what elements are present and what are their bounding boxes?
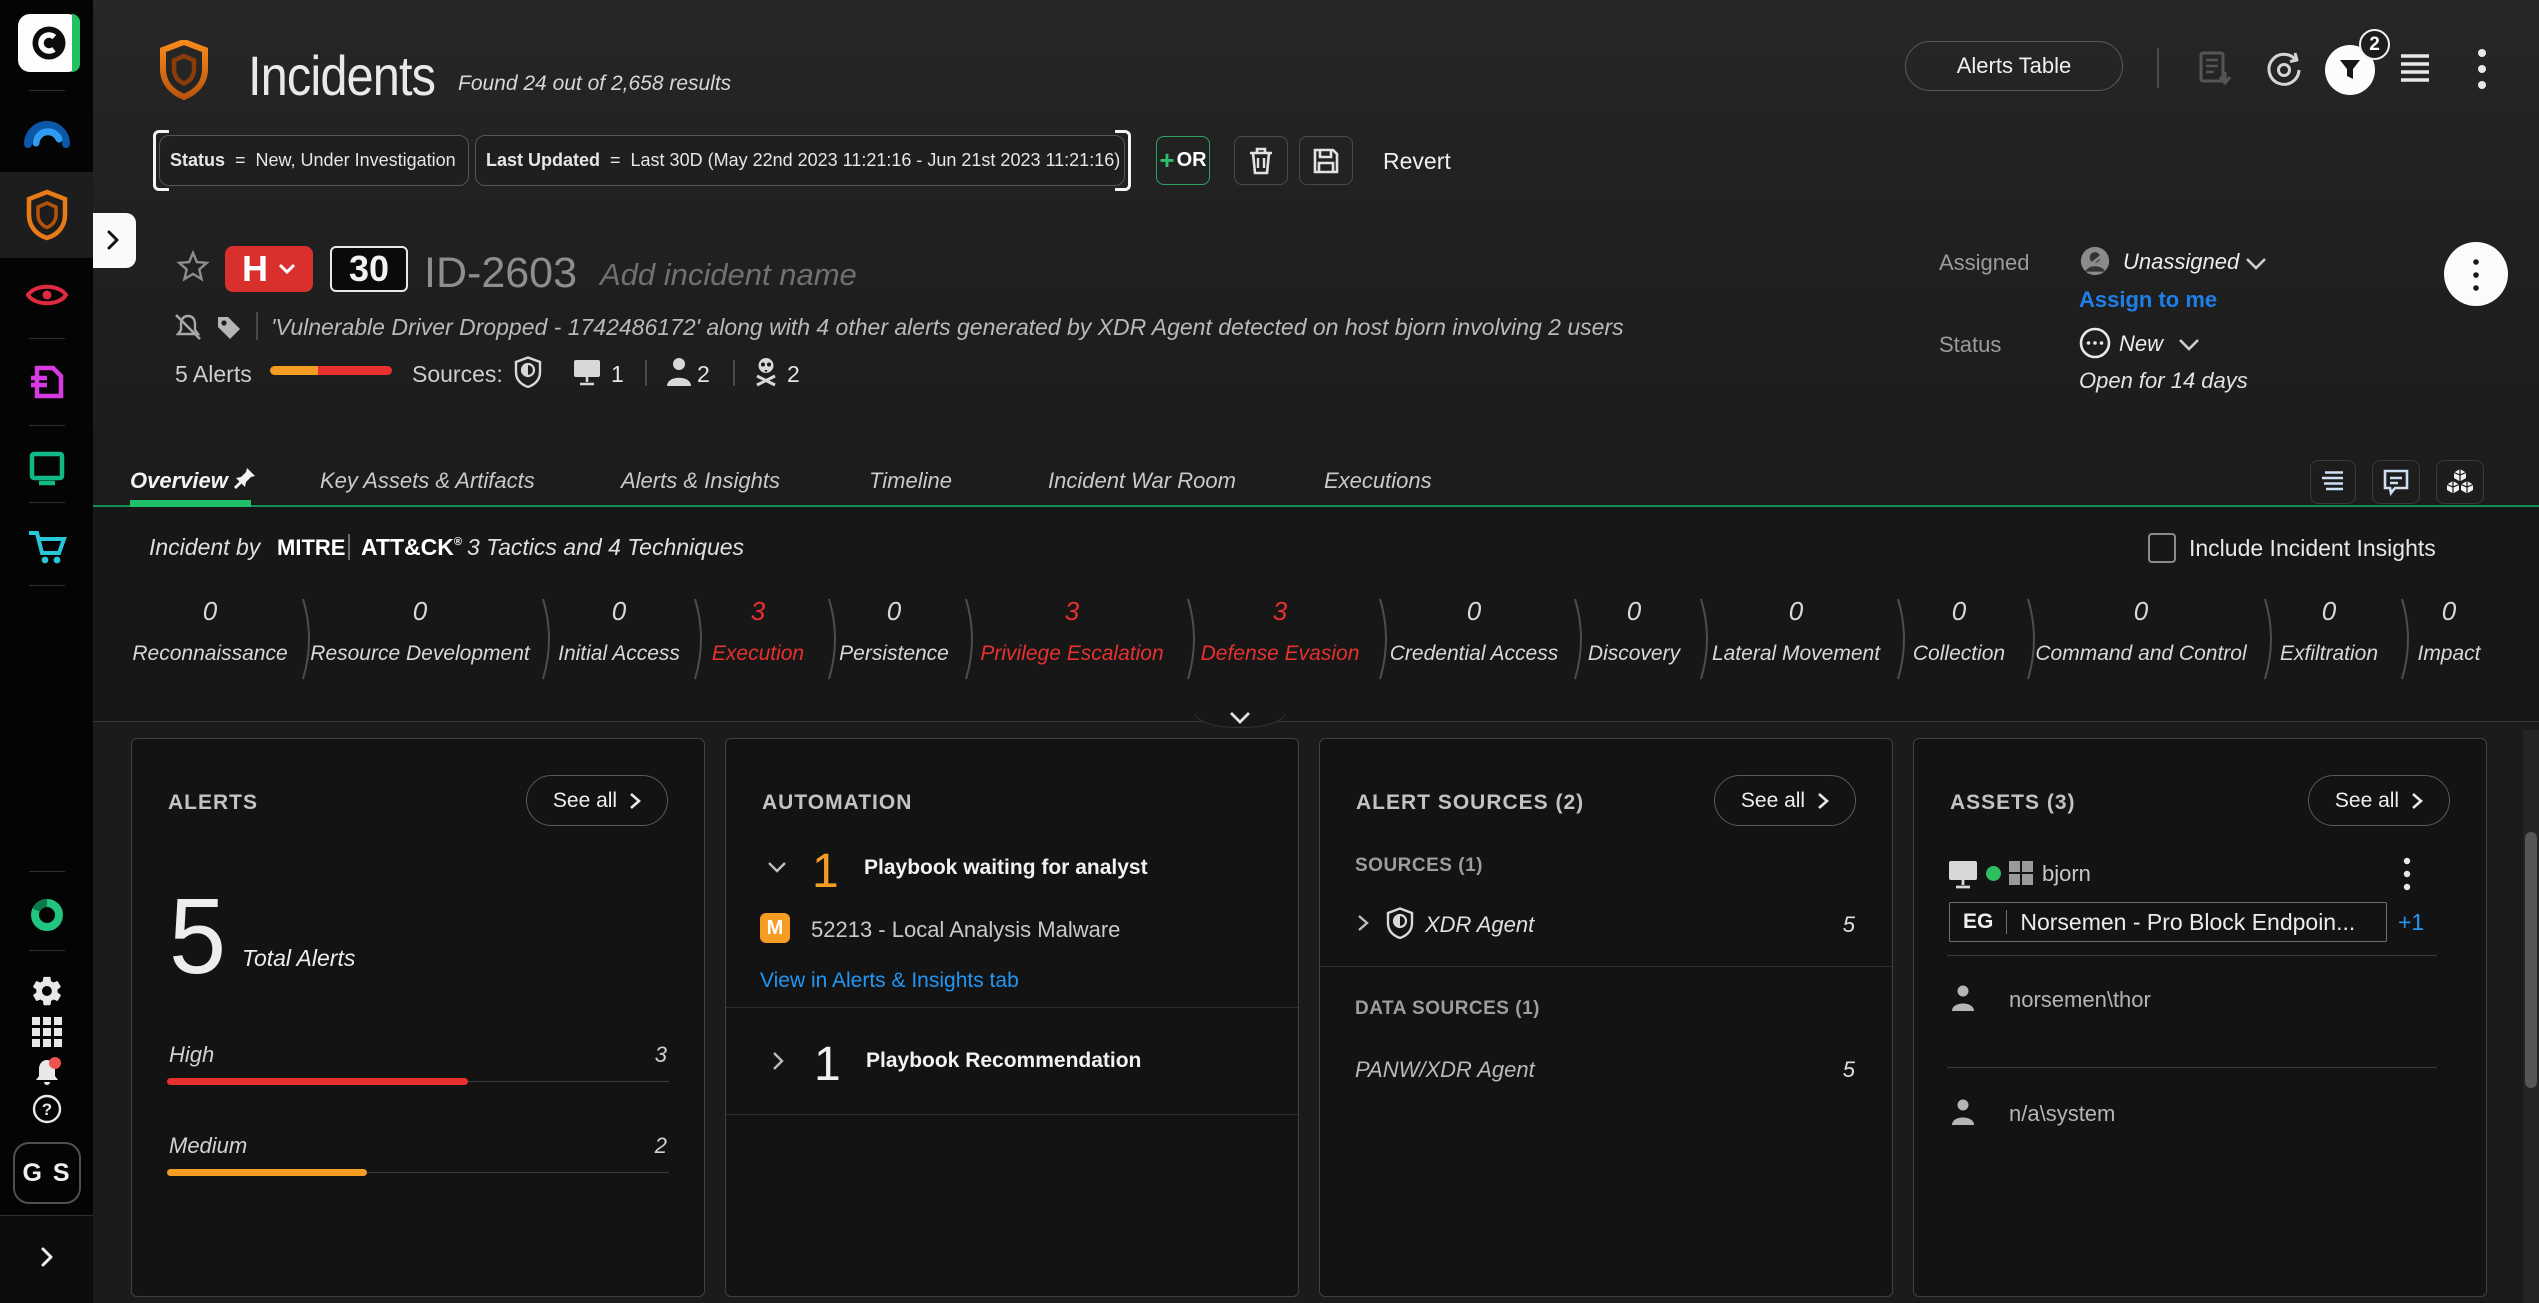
svg-text:?: ? bbox=[42, 1100, 52, 1119]
